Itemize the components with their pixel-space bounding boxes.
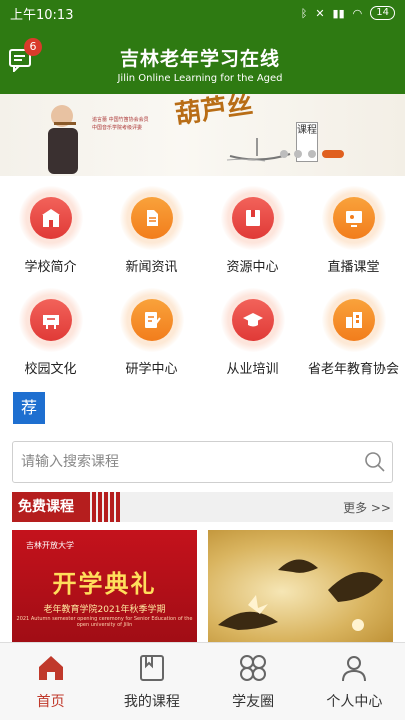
feature-menu: 学校简介 新闻资讯 资源中心 直播课堂 校园文化 研学中心 从业培训 省老年教育… — [0, 180, 405, 380]
menu-label: 新闻资讯 — [125, 260, 178, 275]
menu-label: 从业培训 — [226, 362, 279, 377]
bluetooth-icon: ᛒ — [300, 6, 308, 20]
nav-classmates-circle[interactable]: 学友圈 — [203, 643, 304, 720]
course-search — [12, 441, 393, 483]
news-icon — [146, 210, 158, 226]
banner-calligraphy: 葫芦丝 — [173, 94, 255, 131]
menu-school-intro[interactable]: 学校简介 — [0, 186, 101, 275]
recommend-tag: 荐 — [13, 392, 45, 424]
menu-provincial-association[interactable]: 省老年教育协会 — [303, 288, 404, 377]
school-icon — [41, 209, 60, 227]
banner-line-2: 中国音乐学院考级评委 — [92, 125, 143, 131]
circle-grid-icon — [240, 655, 267, 681]
status-bar: 上午10:13 ᛒ ✕ ▮▮ ◠ 14 — [0, 0, 405, 26]
menu-label: 研学中心 — [125, 362, 178, 377]
free-courses-title: 免费课程 — [12, 492, 90, 522]
building-icon — [345, 312, 362, 328]
banner-caption: 追言蕾 中国竹笛协会会员 中国音乐学院考级评委 — [92, 116, 172, 132]
banner-dot[interactable] — [280, 150, 288, 158]
bottom-navigation: 首页 我的课程 学友圈 个人中心 — [0, 642, 405, 720]
battery-indicator: 14 — [370, 6, 395, 20]
home-icon — [38, 656, 63, 680]
status-time: 上午10:13 — [10, 7, 74, 23]
culture-icon — [42, 315, 59, 329]
nav-label: 我的课程 — [123, 694, 180, 710]
mute-icon: ✕ — [315, 6, 325, 20]
menu-news[interactable]: 新闻资讯 — [101, 186, 202, 275]
wifi-icon: ◠ — [352, 6, 363, 20]
menu-study-center[interactable]: 研学中心 — [101, 288, 202, 377]
search-input[interactable] — [13, 442, 343, 482]
banner-pagination — [280, 150, 344, 158]
app-title-en: Jilin Online Learning for the Aged — [117, 73, 283, 84]
search-icon[interactable] — [364, 451, 386, 473]
course-card-university: 吉林开放大学 — [26, 541, 74, 550]
banner-dot-active[interactable] — [322, 150, 344, 158]
message-count-badge: 6 — [24, 38, 42, 56]
menu-campus-culture[interactable]: 校园文化 — [0, 288, 101, 377]
person-icon — [342, 656, 367, 682]
instructor-photo — [48, 105, 78, 174]
course-card-subtitle: 老年教育学院2021年秋季学期 — [43, 605, 166, 615]
graduation-cap-icon — [242, 313, 263, 327]
book-icon — [245, 210, 260, 226]
course-book-icon — [139, 655, 164, 681]
course-card-english: 2021 Autumn semester opening ceremony fo… — [16, 616, 193, 628]
menu-label: 省老年教育协会 — [307, 362, 399, 377]
menu-label: 直播课堂 — [327, 260, 380, 275]
nav-my-courses[interactable]: 我的课程 — [101, 643, 202, 720]
app-header: 6 吉林老年学习在线 Jilin Online Learning for the… — [0, 26, 405, 94]
signal-icon: ▮▮ — [332, 6, 345, 20]
section-stripes — [92, 492, 128, 522]
nav-personal-center[interactable]: 个人中心 — [304, 643, 405, 720]
menu-job-training[interactable]: 从业培训 — [202, 288, 303, 377]
more-link[interactable]: 更多 >> — [343, 499, 391, 516]
course-card-headline: 开学典礼 — [52, 570, 157, 598]
boat-illustration — [226, 138, 291, 162]
nav-label: 个人中心 — [326, 694, 383, 710]
menu-live-class[interactable]: 直播课堂 — [303, 186, 404, 275]
live-class-icon — [345, 211, 362, 227]
menu-label: 学校简介 — [24, 260, 77, 275]
nav-label: 学友圈 — [232, 694, 275, 710]
menu-resource-center[interactable]: 资源中心 — [202, 186, 303, 275]
nav-home[interactable]: 首页 — [0, 643, 101, 720]
course-card[interactable]: 吉林开放大学 开学典礼 老年教育学院2021年秋季学期 2021 Autumn … — [12, 530, 197, 642]
nav-label: 首页 — [36, 694, 65, 710]
banner-carousel[interactable]: 追言蕾 中国竹笛协会会员 中国音乐学院考级评委 葫芦丝 — [0, 94, 405, 176]
study-icon — [144, 312, 161, 328]
menu-label: 资源中心 — [226, 260, 279, 275]
menu-label: 校园文化 — [24, 362, 77, 377]
banner-line-1: 追言蕾 中国竹笛协会会员 — [92, 117, 149, 123]
banner-dot[interactable] — [308, 150, 316, 158]
free-courses-header: 免费课程 更多 >> — [12, 492, 393, 522]
app-title: 吉林老年学习在线 Jilin Online Learning for the A… — [100, 44, 300, 84]
status-icons: ᛒ ✕ ▮▮ ◠ 14 — [301, 6, 395, 20]
course-card[interactable] — [208, 530, 393, 642]
app-title-cn: 吉林老年学习在线 — [119, 48, 280, 70]
course-card-artwork — [218, 559, 383, 631]
banner-dot[interactable] — [294, 150, 302, 158]
